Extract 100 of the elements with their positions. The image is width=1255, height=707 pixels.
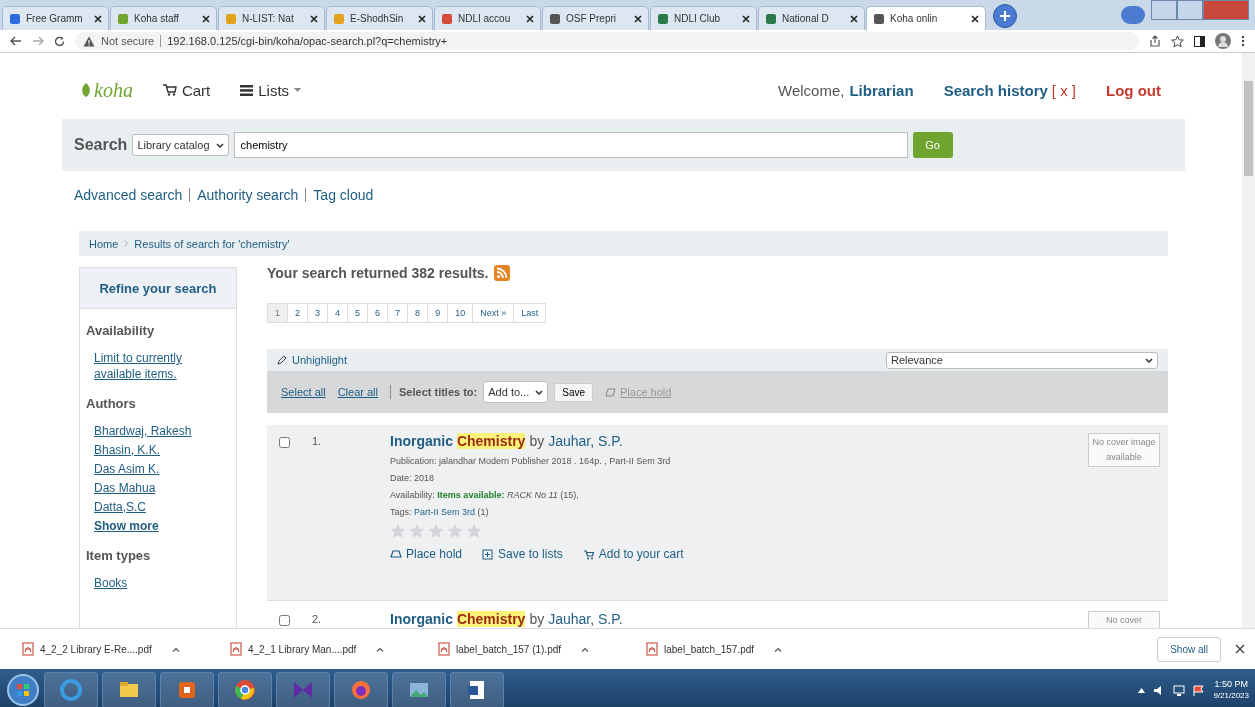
page-link[interactable]: 9 [428, 303, 449, 323]
taskbar-app-button[interactable] [450, 672, 504, 707]
menu-icon[interactable] [1241, 35, 1245, 47]
close-icon[interactable] [1235, 644, 1245, 654]
facet-link[interactable]: Das Asim K. [94, 461, 230, 477]
download-item[interactable]: label_batch_157.pdf [646, 642, 854, 656]
search-option-link[interactable]: Tag cloud [313, 187, 374, 203]
clear-all-link[interactable]: Clear all [337, 386, 378, 398]
download-item[interactable]: 4_2_1 Library Man....pdf [230, 642, 438, 656]
clear-history-link[interactable]: [ x ] [1051, 81, 1076, 99]
facet-link[interactable]: Books [94, 575, 230, 591]
taskbar-app-button[interactable] [392, 672, 446, 707]
close-icon[interactable] [742, 14, 750, 23]
close-icon[interactable] [310, 14, 318, 23]
download-item[interactable]: 4_2_2 Library E-Re....pdf [22, 642, 230, 656]
scrollbar[interactable] [1242, 53, 1255, 628]
close-icon[interactable] [418, 14, 426, 23]
add-to-select[interactable]: Add to... [483, 381, 549, 403]
search-option-link[interactable]: Advanced search [74, 187, 183, 203]
facet-link[interactable]: Bhardwaj, Rakesh [94, 423, 230, 439]
select-checkbox[interactable] [279, 615, 290, 626]
select-all-link[interactable]: Select all [281, 386, 326, 398]
page-link[interactable]: 6 [368, 303, 389, 323]
start-orb-icon[interactable] [6, 673, 40, 707]
page-favicon-icon [765, 12, 777, 25]
breadcrumb-link[interactable]: Home [89, 237, 119, 250]
avatar-icon[interactable] [1215, 33, 1231, 49]
welcome-text: Welcome, [778, 81, 845, 99]
browser-tab[interactable]: Koha onlin [866, 6, 986, 30]
page-link[interactable]: 2 [288, 303, 309, 323]
lists-menu[interactable]: Lists [240, 81, 302, 99]
select-checkbox[interactable] [279, 437, 290, 448]
cart-link[interactable]: Cart [162, 81, 211, 99]
browser-tab[interactable]: NDLI accou [434, 6, 541, 30]
tag-link[interactable]: Part-II Sem 3rd [414, 507, 476, 517]
author-link[interactable]: Jauhar, S.P. [548, 611, 623, 627]
page-link[interactable]: Next » [473, 303, 515, 323]
show-all-button[interactable]: Show all [1157, 636, 1221, 662]
facet-link[interactable]: Limit to currently available items. [94, 350, 230, 382]
rss-icon[interactable] [493, 265, 510, 281]
facet-link[interactable]: Bhasin, K.K. [94, 442, 230, 458]
logout-link[interactable]: Log out [1106, 81, 1161, 99]
close-icon[interactable] [971, 14, 979, 23]
network-icon[interactable] [1173, 684, 1186, 696]
page-link[interactable]: 5 [348, 303, 369, 323]
page-link[interactable]: 10 [448, 303, 474, 323]
sort-select[interactable]: Relevance [886, 351, 1158, 369]
browser-tab[interactable]: N-LIST: Nat [218, 6, 325, 30]
close-icon[interactable] [526, 14, 534, 23]
close-icon[interactable] [94, 14, 102, 23]
search-history-link[interactable]: Search history [943, 81, 1048, 99]
page-link[interactable]: 8 [408, 303, 429, 323]
close-icon[interactable] [634, 14, 642, 23]
action-link[interactable]: Place hold [390, 547, 463, 561]
save-button[interactable]: Save [554, 382, 594, 402]
taskbar-app-button[interactable] [102, 672, 156, 707]
search-field[interactable]: chemistry [233, 132, 908, 158]
search-option-link[interactable]: Authority search [197, 187, 299, 203]
share-icon[interactable] [1149, 35, 1161, 47]
author-link[interactable]: Jauhar, S.P. [548, 433, 623, 449]
new-tab-button[interactable] [993, 4, 1017, 28]
clock[interactable]: 1:50 PM 9/21/2023 [1213, 678, 1249, 702]
page-link[interactable]: 7 [388, 303, 409, 323]
page-favicon-icon [441, 12, 453, 25]
caret-up-icon[interactable] [1138, 687, 1146, 693]
back-arrow-icon[interactable] [10, 36, 22, 46]
catalog-select[interactable]: Library catalog [132, 134, 229, 156]
flag-icon[interactable] [1193, 684, 1206, 696]
page-link[interactable]: 3 [308, 303, 329, 323]
browser-tab[interactable]: E-ShodhSin [326, 6, 433, 30]
star-icon [390, 523, 406, 539]
page-link[interactable]: 4 [328, 303, 349, 323]
facet-link[interactable]: Datta,S.C [94, 499, 230, 515]
close-icon[interactable] [850, 14, 858, 23]
address-bar[interactable]: Not secure 192.168.0.125/cgi-bin/koha/opac-search.pl?q=chemistry+ [75, 32, 1139, 50]
action-link[interactable]: Add to your cart [582, 547, 684, 561]
close-icon[interactable] [202, 14, 210, 23]
unhighlight-link[interactable]: Unhighlight [277, 354, 348, 366]
profile-menu-button[interactable] [1121, 6, 1145, 24]
download-item[interactable]: label_batch_157 (1).pdf [438, 642, 646, 656]
browser-tab[interactable]: NDLI Club [650, 6, 757, 30]
bookmark-star-icon[interactable] [1171, 34, 1184, 48]
browser-tab[interactable]: National D [758, 6, 865, 30]
side-panel-icon[interactable] [1194, 35, 1205, 47]
page-link[interactable]: 1 [267, 303, 288, 323]
star-icon [409, 523, 425, 539]
browser-tab[interactable]: Free Gramm [2, 6, 109, 30]
browser-tab[interactable]: Koha staff [110, 6, 217, 30]
taskbar-app-button[interactable] [218, 672, 272, 707]
page-link[interactable]: Last [514, 303, 547, 323]
breadcrumb-link[interactable]: Results of search for 'chemistry' [134, 237, 290, 250]
user-link[interactable]: Librarian [849, 81, 914, 99]
browser-tab[interactable]: OSF Prepri [542, 6, 649, 30]
publication-text: Publication: jalandhar Modern Publisher 2018 . 164p. , Part-II Sem 3rd [390, 456, 672, 466]
caret-up-icon [376, 646, 385, 652]
caret-up-icon [581, 646, 590, 652]
facet-link[interactable]: Das Mahua [94, 480, 230, 496]
reload-icon[interactable] [54, 35, 65, 47]
action-link[interactable]: Save to lists [482, 547, 563, 561]
show-more-link[interactable]: Show more [94, 518, 230, 534]
